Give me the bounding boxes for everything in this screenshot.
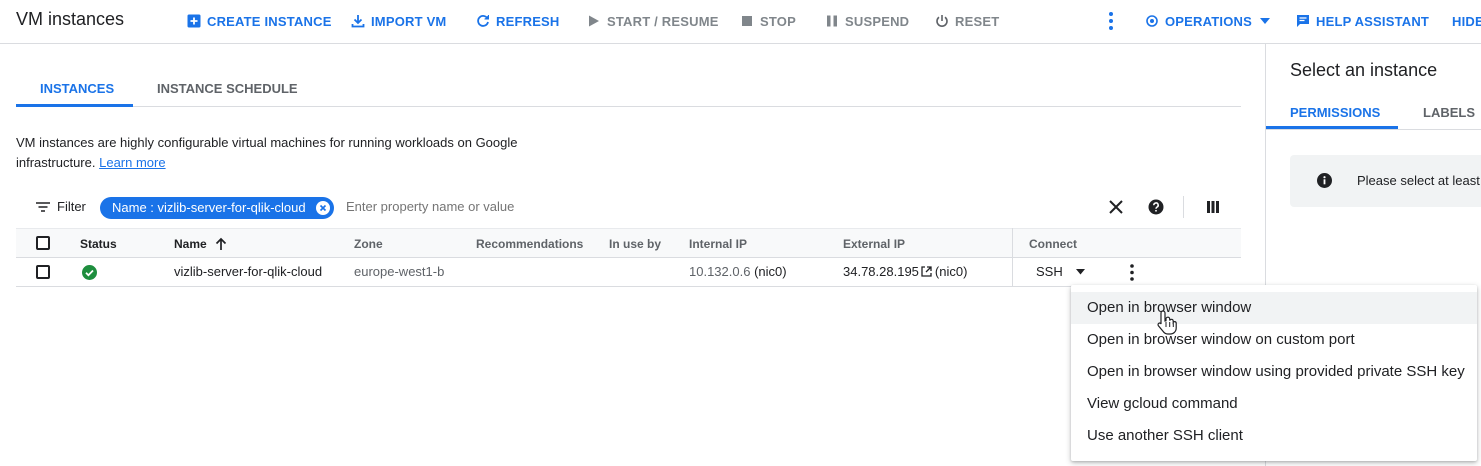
row-more-vert-icon[interactable] — [1130, 264, 1134, 281]
panel-info-message: Please select at least — [1290, 155, 1481, 207]
help-icon[interactable] — [1147, 198, 1165, 216]
column-external-ip[interactable]: External IP — [843, 237, 905, 251]
more-vert-icon[interactable] — [1103, 10, 1119, 32]
open-in-new-icon — [921, 266, 932, 277]
table-header: Status Name Zone Recommendations In use … — [16, 228, 1241, 258]
tab-labels[interactable]: LABELS — [1423, 105, 1475, 120]
column-status[interactable]: Status — [80, 237, 117, 251]
column-separator — [1012, 228, 1013, 287]
select-all-checkbox[interactable] — [36, 236, 50, 250]
info-icon — [1317, 173, 1332, 188]
operations-button[interactable]: OPERATIONS — [1145, 12, 1270, 30]
page-description: VM instances are highly configurable vir… — [16, 135, 518, 170]
download-icon — [351, 15, 365, 28]
toolbar-divider — [1183, 196, 1184, 218]
tab-permissions[interactable]: PERMISSIONS — [1290, 105, 1380, 120]
refresh-button[interactable]: REFRESH — [476, 12, 560, 30]
hand-cursor-icon — [1157, 310, 1177, 335]
table-row[interactable]: vizlib-server-for-qlik-cloud europe-west… — [16, 258, 1241, 287]
top-toolbar: VM instances CREATE INSTANCE IMPORT VM R… — [0, 0, 1481, 44]
panel-title: Select an instance — [1290, 60, 1438, 80]
filter-button[interactable]: Filter — [36, 199, 86, 214]
column-in-use-by[interactable]: In use by — [609, 237, 661, 251]
panel-active-tab-indicator — [1266, 126, 1398, 129]
refresh-icon — [477, 15, 489, 27]
tabs-divider — [16, 106, 1241, 107]
panel-tabs: PERMISSIONS LABELS — [1266, 94, 1481, 130]
column-connect[interactable]: Connect — [1029, 237, 1077, 251]
start-resume-button[interactable]: START / RESUME — [587, 12, 719, 30]
filter-input[interactable] — [346, 199, 746, 214]
tab-instance-schedule[interactable]: INSTANCE SCHEDULE — [157, 81, 298, 96]
filter-list-icon — [36, 201, 50, 212]
clear-filter-icon[interactable] — [1107, 198, 1125, 216]
learn-more-link[interactable]: Learn more — [99, 155, 165, 170]
power-icon — [936, 15, 948, 27]
caret-down-icon — [1260, 18, 1270, 24]
column-name[interactable]: Name — [174, 237, 227, 251]
suspend-button[interactable]: SUSPEND — [825, 12, 909, 30]
menu-item-open-browser-custom-port[interactable]: Open in browser window on custom port — [1071, 324, 1477, 356]
menu-item-view-gcloud[interactable]: View gcloud command — [1071, 388, 1477, 420]
operations-icon — [1146, 15, 1158, 27]
reset-button[interactable]: RESET — [935, 12, 999, 30]
instance-name[interactable]: vizlib-server-for-qlik-cloud — [174, 264, 322, 279]
column-zone[interactable]: Zone — [354, 237, 383, 251]
filter-chip[interactable]: Name : vizlib-server-for-qlik-cloud — [100, 197, 334, 219]
import-vm-button[interactable]: IMPORT VM — [351, 12, 446, 30]
menu-item-other-ssh-client[interactable]: Use another SSH client — [1071, 420, 1477, 452]
play-icon — [589, 15, 599, 27]
help-assistant-button[interactable]: HELP ASSISTANT — [1296, 12, 1429, 30]
ssh-dropdown-caret-icon[interactable] — [1076, 269, 1085, 275]
add-box-icon — [187, 14, 201, 28]
tab-instances[interactable]: INSTANCES — [40, 81, 114, 96]
instance-zone: europe-west1-b — [354, 264, 445, 279]
hide-panel-button[interactable]: HIDE — [1452, 12, 1481, 30]
sort-arrow-up-icon — [215, 237, 226, 250]
menu-item-open-browser-private-key[interactable]: Open in browser window using provided pr… — [1071, 356, 1477, 388]
chat-icon — [1297, 15, 1309, 27]
stop-button[interactable]: STOP — [740, 12, 796, 30]
ssh-dropdown-menu: Open in browser window Open in browser w… — [1071, 285, 1477, 461]
row-checkbox[interactable] — [36, 265, 50, 279]
create-instance-button[interactable]: CREATE INSTANCE — [187, 12, 332, 30]
column-recommendations[interactable]: Recommendations — [476, 237, 583, 251]
stop-icon — [742, 16, 752, 26]
column-display-icon[interactable] — [1204, 198, 1222, 216]
page-title: VM instances — [16, 9, 125, 29]
remove-chip-icon[interactable] — [315, 201, 330, 215]
status-running-icon — [82, 265, 97, 280]
ssh-button[interactable]: SSH — [1036, 264, 1063, 279]
internal-ip: 10.132.0.6 (nic0) — [689, 264, 787, 279]
menu-item-open-browser[interactable]: Open in browser window — [1071, 292, 1477, 324]
column-internal-ip[interactable]: Internal IP — [689, 237, 747, 251]
external-ip[interactable]: 34.78.28.195 (nic0) — [843, 264, 967, 279]
active-tab-indicator — [16, 104, 133, 107]
pause-icon — [827, 15, 837, 27]
